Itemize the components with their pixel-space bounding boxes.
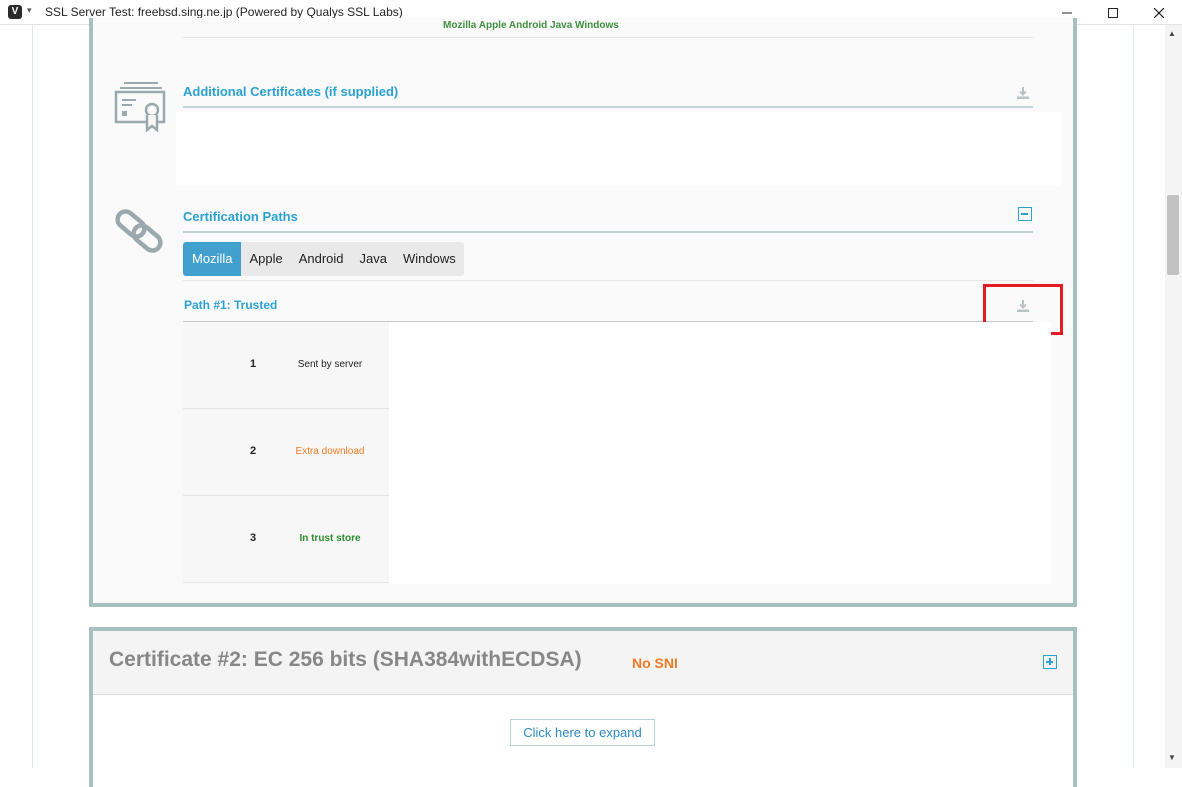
tab-windows[interactable]: Windows [395, 242, 464, 276]
path-title: Path #1: Trusted [184, 298, 278, 312]
trust-store-tabs: Mozilla Apple Android Java Windows [183, 242, 464, 276]
section-divider [183, 231, 1033, 233]
no-sni-badge: No SNI [632, 655, 678, 671]
vertical-scrollbar[interactable] [1165, 25, 1182, 768]
scroll-up-arrow-icon[interactable]: ▲ [1168, 29, 1176, 38]
browser-logo-icon[interactable]: V [8, 5, 22, 19]
truncated-trust-row: Mozilla Apple Android Java Windows [443, 20, 619, 31]
path-row-status: In trust store [299, 533, 361, 544]
minimize-icon [1062, 12, 1072, 13]
maximize-icon [1108, 7, 1118, 18]
certification-paths-title: Certification Paths [183, 209, 298, 224]
additional-certificates-content [176, 112, 1062, 186]
certificate-icon [114, 80, 166, 137]
additional-certificates-title: Additional Certificates (if supplied) [183, 84, 399, 99]
close-button[interactable] [1136, 0, 1182, 25]
path-row-number: 1 [250, 358, 257, 370]
section-divider [183, 106, 1033, 108]
chevron-down-icon[interactable]: ▾ [27, 5, 32, 16]
expand-button[interactable]: Click here to expand [510, 719, 655, 746]
collapse-toggle-icon[interactable] [1018, 207, 1032, 221]
certificate-2-title: Certificate #2: EC 256 bits (SHA384withE… [109, 648, 582, 671]
divider [183, 37, 1033, 38]
path-row-number: 3 [250, 532, 257, 544]
window-title: SSL Server Test: freebsd.sing.ne.jp (Pow… [45, 5, 403, 19]
divider [183, 280, 1033, 281]
close-icon [1154, 7, 1164, 18]
scrollbar-thumb[interactable] [1167, 195, 1179, 275]
tab-android[interactable]: Android [291, 242, 352, 276]
path-row: 2 Extra download [183, 409, 389, 496]
path-row-number: 2 [250, 445, 257, 457]
path-row: 3 In trust store [183, 496, 389, 583]
expand-toggle-icon[interactable] [1043, 655, 1057, 669]
path-row-status: Extra download [295, 446, 365, 457]
path-row: 1 Sent by server [183, 322, 389, 409]
chain-link-icon [114, 208, 166, 259]
download-icon[interactable] [1016, 86, 1030, 100]
tab-java[interactable]: Java [352, 242, 395, 276]
maximize-button[interactable] [1090, 0, 1136, 25]
scroll-down-arrow-icon[interactable]: ▼ [1168, 753, 1176, 762]
path-row-status: Sent by server [297, 359, 363, 370]
tab-apple[interactable]: Apple [241, 242, 290, 276]
path-details-area [389, 322, 1051, 584]
tab-mozilla[interactable]: Mozilla [183, 242, 242, 276]
